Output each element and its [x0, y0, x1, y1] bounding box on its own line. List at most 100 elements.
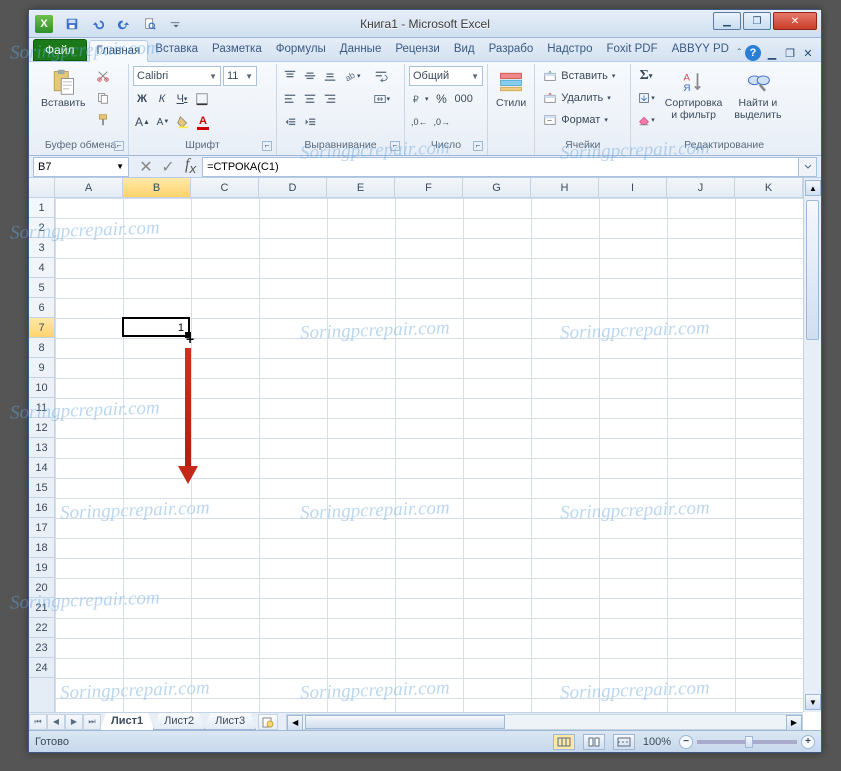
- copy-icon[interactable]: [94, 88, 112, 108]
- align-bottom-icon[interactable]: [321, 66, 339, 86]
- number-format-select[interactable]: Общий▼: [409, 66, 483, 86]
- vertical-scrollbar[interactable]: ▲ ▼: [803, 178, 821, 712]
- font-color-icon[interactable]: A: [194, 112, 212, 132]
- preview-icon[interactable]: [139, 14, 161, 34]
- row-header-9[interactable]: 9: [29, 358, 54, 378]
- redo-icon[interactable]: [113, 14, 135, 34]
- column-header-F[interactable]: F: [395, 178, 463, 197]
- name-box[interactable]: B7▼: [33, 157, 129, 177]
- align-left-icon[interactable]: [281, 89, 299, 109]
- styles-button[interactable]: Стили: [492, 66, 530, 112]
- font-size-select[interactable]: 11▼: [223, 66, 257, 86]
- row-header-20[interactable]: 20: [29, 578, 54, 598]
- sheet-tab-2[interactable]: Лист2: [153, 713, 205, 730]
- tab-data[interactable]: Данные: [333, 39, 389, 61]
- insert-cells-button[interactable]: Вставить▾: [539, 66, 619, 86]
- row-header-8[interactable]: 8: [29, 338, 54, 358]
- column-header-A[interactable]: A: [55, 178, 123, 197]
- wrap-text-icon[interactable]: [371, 66, 393, 86]
- alignment-dialog-icon[interactable]: ⌐: [390, 141, 400, 151]
- tab-review[interactable]: Рецензи: [388, 39, 446, 61]
- sheet-nav-prev-icon[interactable]: ◀: [47, 714, 65, 730]
- row-header-7[interactable]: 7: [29, 318, 54, 338]
- row-header-17[interactable]: 17: [29, 518, 54, 538]
- hscroll-thumb[interactable]: [305, 715, 505, 729]
- column-header-G[interactable]: G: [463, 178, 531, 197]
- qat-more-icon[interactable]: [165, 14, 187, 34]
- undo-icon[interactable]: [87, 14, 109, 34]
- tab-insert[interactable]: Вставка: [148, 39, 205, 61]
- tab-view[interactable]: Вид: [447, 39, 482, 61]
- comma-style-icon[interactable]: 000: [453, 89, 475, 109]
- scroll-down-icon[interactable]: ▼: [805, 694, 821, 710]
- tab-developer[interactable]: Разрабо: [482, 39, 541, 61]
- row-header-12[interactable]: 12: [29, 418, 54, 438]
- underline-icon[interactable]: Ч▾: [173, 89, 191, 109]
- tab-home[interactable]: Главная: [89, 40, 149, 62]
- zoom-in-icon[interactable]: +: [801, 735, 815, 749]
- row-header-4[interactable]: 4: [29, 258, 54, 278]
- align-top-icon[interactable]: [281, 66, 299, 86]
- italic-icon[interactable]: К: [153, 89, 171, 109]
- row-header-1[interactable]: 1: [29, 198, 54, 218]
- scroll-left-icon[interactable]: ◀: [287, 715, 303, 731]
- doc-restore-icon[interactable]: ❐: [783, 47, 797, 60]
- row-header-22[interactable]: 22: [29, 618, 54, 638]
- formula-expand-icon[interactable]: [799, 157, 817, 177]
- tab-abbyy[interactable]: ABBYY PD: [665, 39, 736, 61]
- decrease-decimal-icon[interactable]: ,0→: [432, 112, 453, 132]
- delete-cells-button[interactable]: Удалить▾: [539, 88, 619, 108]
- zoom-slider[interactable]: − +: [679, 735, 815, 749]
- accounting-format-icon[interactable]: ₽▾: [409, 89, 431, 109]
- row-header-10[interactable]: 10: [29, 378, 54, 398]
- tab-addins[interactable]: Надстро: [540, 39, 599, 61]
- excel-app-icon[interactable]: [35, 15, 53, 33]
- column-header-I[interactable]: I: [599, 178, 667, 197]
- bold-icon[interactable]: Ж: [133, 89, 151, 109]
- sort-filter-button[interactable]: АЯ Сортировка и фильтр: [661, 66, 727, 123]
- worksheet-grid[interactable]: ABCDEFGHIJK 1234567891011121314151617181…: [29, 178, 821, 730]
- row-header-18[interactable]: 18: [29, 538, 54, 558]
- column-header-D[interactable]: D: [259, 178, 327, 197]
- row-header-24[interactable]: 24: [29, 658, 54, 678]
- cells-area[interactable]: 1 +: [55, 198, 803, 712]
- fill-color-icon[interactable]: [174, 112, 192, 132]
- column-header-K[interactable]: K: [735, 178, 803, 197]
- row-header-11[interactable]: 11: [29, 398, 54, 418]
- new-sheet-icon[interactable]: [258, 714, 278, 730]
- fill-icon[interactable]: ▾: [635, 88, 657, 108]
- zoom-out-icon[interactable]: −: [679, 735, 693, 749]
- sheet-nav-first-icon[interactable]: ⏮: [29, 714, 47, 730]
- fx-icon[interactable]: fx: [185, 156, 196, 176]
- doc-close-icon[interactable]: ✕: [801, 47, 815, 60]
- align-middle-icon[interactable]: [301, 66, 319, 86]
- row-header-21[interactable]: 21: [29, 598, 54, 618]
- horizontal-scrollbar[interactable]: ◀ ▶: [286, 714, 803, 730]
- scroll-up-icon[interactable]: ▲: [805, 180, 821, 196]
- clipboard-dialog-icon[interactable]: ⌐: [114, 141, 124, 151]
- formula-input[interactable]: =СТРОКА(C1): [202, 157, 799, 177]
- page-layout-view-icon[interactable]: [583, 734, 605, 750]
- format-cells-button[interactable]: Формат▾: [539, 110, 619, 130]
- row-header-5[interactable]: 5: [29, 278, 54, 298]
- paste-button[interactable]: Вставить: [37, 66, 90, 112]
- scroll-right-icon[interactable]: ▶: [786, 715, 802, 731]
- accept-formula-icon[interactable]: ✓: [159, 158, 177, 176]
- increase-indent-icon[interactable]: [301, 112, 319, 132]
- column-header-H[interactable]: H: [531, 178, 599, 197]
- increase-decimal-icon[interactable]: ,0←: [409, 112, 430, 132]
- doc-minimize-icon[interactable]: ▁: [765, 47, 779, 60]
- tab-foxit[interactable]: Foxit PDF: [599, 39, 664, 61]
- vscroll-thumb[interactable]: [806, 200, 819, 340]
- border-icon[interactable]: [193, 89, 211, 109]
- align-center-icon[interactable]: [301, 89, 319, 109]
- maximize-button[interactable]: ❐: [743, 12, 771, 30]
- column-header-J[interactable]: J: [667, 178, 735, 197]
- file-tab[interactable]: Файл: [33, 39, 87, 61]
- sheet-tab-1[interactable]: Лист1: [100, 713, 154, 730]
- select-all-corner[interactable]: [29, 178, 55, 198]
- align-right-icon[interactable]: [321, 89, 339, 109]
- grow-font-icon[interactable]: A▲: [133, 112, 152, 132]
- autosum-icon[interactable]: Σ▾: [635, 66, 657, 86]
- find-select-button[interactable]: Найти и выделить: [730, 66, 785, 123]
